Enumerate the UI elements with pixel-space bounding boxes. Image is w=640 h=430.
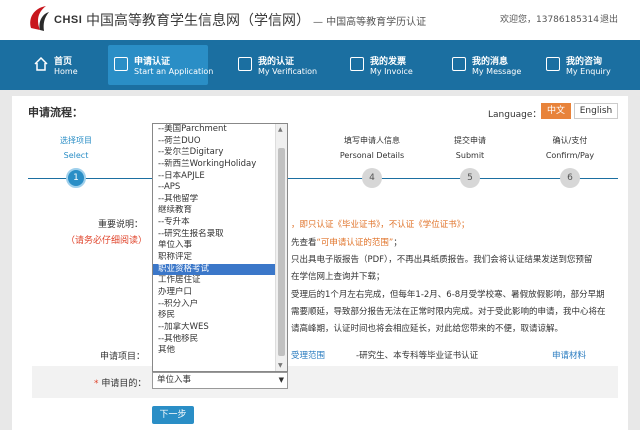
scope-description: -研究生、本专科等毕业证书认证 [356,349,478,361]
purpose-option[interactable]: 职称评定 [153,252,275,264]
step-6-title: 确认/支付 [530,135,610,146]
purpose-option[interactable]: --加拿大WES [153,322,275,334]
application-purpose-label: * 申请目的： [94,376,146,389]
note-line-6: 需要顺延，导致部分报告无法在正常时限内完成。对于受此影响的申请，我中心将在 [291,305,606,317]
purpose-option[interactable]: --爱尔兰Digitary [153,147,275,159]
message-icon [452,57,466,71]
nav-my-message[interactable]: 我的消息 My Message [446,45,526,85]
step-progress-line [28,178,618,179]
purpose-option[interactable]: --荷兰DUO [153,136,275,148]
application-purpose-text: 申请目的： [101,379,146,389]
note-line-3: 只出具电子版报告（PDF），不再出具纸质报告。我们会将认证结果发送到您预留 [291,253,592,265]
chevron-down-icon: ▼ [279,373,284,388]
home-icon [34,57,48,71]
nav-message-en: My Message [472,67,521,76]
site-subtitle: — 中国高等教育学历认证 [313,13,426,28]
purpose-option[interactable]: --APS [153,182,275,194]
nav-home-en: Home [54,67,78,76]
nav-start-en: Start an Application [134,67,213,76]
purpose-option[interactable]: --美国Parchment [153,124,275,136]
language-english-button[interactable]: English [574,103,618,119]
top-header: CHSI 中国高等教育学生信息网（学信网） — 中国高等教育学历认证 欢迎您，1… [0,0,640,40]
application-scope-link[interactable]: “可申请认证的范围” [317,238,394,248]
certificate-icon [238,57,252,71]
nav-start-zh: 申请认证 [134,54,170,67]
purpose-options: --美国Parchment--荷兰DUO--爱尔兰Digitary--新西兰Wo… [153,124,275,357]
read-carefully-warning: （请务必仔细阅读） [66,233,147,246]
purpose-option[interactable]: --新西兰WorkingHoliday [153,159,275,171]
step-6-subtitle: Confirm/Pay [530,151,610,160]
purpose-option[interactable]: 移民 [153,310,275,322]
logout-link[interactable]: 退出 [600,12,618,25]
purpose-option[interactable]: --专升本 [153,217,275,229]
nav-invoice-en: My Invoice [370,67,413,76]
purpose-option[interactable]: --日本APJLE [153,171,275,183]
nav-my-enquiry[interactable]: 我的咨询 My Enquiry [540,45,630,85]
language-chinese-button[interactable]: 中文 [541,103,571,119]
nav-message-zh: 我的消息 [472,54,508,67]
next-step-button[interactable]: 下一步 [152,406,194,424]
logo-text: CHSI [54,14,82,26]
step-6-circle: 6 [560,168,580,188]
purpose-option[interactable]: 职业资格考试 [153,264,275,276]
step-4-title: 填写申请人信息 [332,135,412,146]
scroll-up-icon[interactable]: ▲ [278,126,283,133]
scope-link[interactable]: 受理范围 [291,349,325,361]
enquiry-icon [546,57,560,71]
note-line-2-prefix: 先查看 [291,238,317,248]
purpose-option[interactable]: --积分入户 [153,299,275,311]
purpose-option[interactable]: --其他移民 [153,334,275,346]
step-4-subtitle: Personal Details [332,151,412,160]
nav-verif-en: My Verification [258,67,317,76]
required-marker: * [94,379,99,389]
purpose-option[interactable]: 其他 [153,345,275,357]
dropdown-scrollbar[interactable]: ▲ ▼ [275,124,287,371]
note-line-2-suffix: ； [393,238,402,248]
step-4-circle: 4 [362,168,382,188]
scrollbar-thumb[interactable] [278,148,285,356]
nav-home-zh: 首页 [54,54,72,67]
nav-enquiry-zh: 我的咨询 [566,54,602,67]
flow-title: 申请流程： [28,104,83,120]
step-1-title: 选择项目 [36,135,116,146]
note-line-5: 受理后的1个月左右完成，但每年1-2月、6-8月受学校寒、暑假放假影响，部分早期 [291,288,605,300]
nav-enquiry-en: My Enquiry [566,67,611,76]
application-item-label: 申请项目： [100,349,145,362]
application-purpose-select[interactable]: 单位入事 ▼ [152,372,288,389]
note-line-4: 在学信网上查询并下载； [291,270,385,282]
step-5-title: 提交申请 [430,135,510,146]
nav-invoice-zh: 我的发票 [370,54,406,67]
invoice-icon [350,57,364,71]
edit-icon [114,57,128,71]
main-nav: 首页 Home 申请认证 Start an Application 我的认证 M… [0,40,640,90]
welcome-user: 欢迎您，13786185314 [500,12,599,25]
purpose-option[interactable]: 单位入事 [153,240,275,252]
purpose-dropdown-list[interactable]: --美国Parchment--荷兰DUO--爱尔兰Digitary--新西兰Wo… [152,123,288,372]
purpose-option[interactable]: --研究生报名录取 [153,229,275,241]
application-purpose-value: 单位入事 [157,375,191,385]
site-title: 中国高等教育学生信息网（学信网） [86,10,310,30]
purpose-option[interactable]: --其他留学 [153,194,275,206]
nav-home[interactable]: 首页 Home [28,45,98,85]
step-1-circle: 1 [66,168,86,188]
chsi-logo-icon [28,4,50,32]
chsi-logo[interactable]: CHSI [22,4,82,34]
nav-my-verification[interactable]: 我的认证 My Verification [232,45,322,85]
scroll-down-icon[interactable]: ▼ [278,362,283,369]
step-5-subtitle: Submit [430,151,510,160]
note-line-1: ，即只认证《毕业证书》，不认证《学位证书》； [291,218,470,230]
step-1-subtitle: Select [36,151,116,160]
purpose-option[interactable]: 工作居住证 [153,275,275,287]
note-line-7: 请高峰期，认证时间也将会相应延长，对此给您带来的不便，取请谅解。 [291,322,563,334]
application-materials-link[interactable]: 申请材料 [552,349,586,361]
important-note-label: 重要说明： [98,217,143,230]
nav-verif-zh: 我的认证 [258,54,294,67]
purpose-option[interactable]: 继续教育 [153,205,275,217]
nav-start-application[interactable]: 申请认证 Start an Application [108,45,208,85]
nav-my-invoice[interactable]: 我的发票 My Invoice [344,45,424,85]
step-5-circle: 5 [460,168,480,188]
purpose-option[interactable]: 办理户口 [153,287,275,299]
language-label: Language： [488,107,541,120]
note-line-2: 先查看“可申请认证的范围”； [291,236,402,248]
